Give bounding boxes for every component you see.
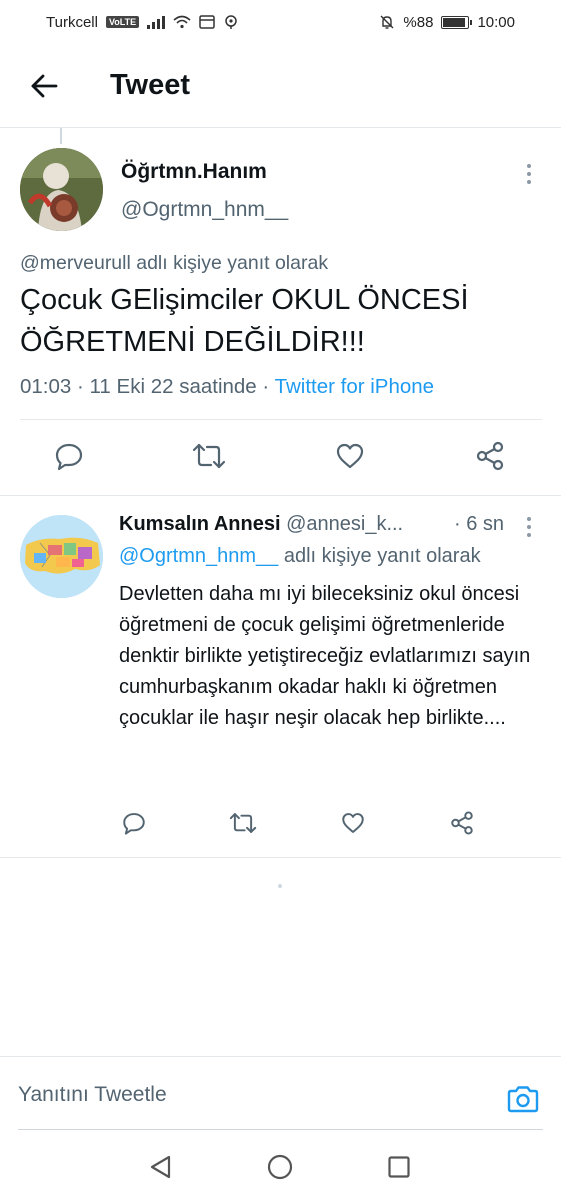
like-button[interactable] bbox=[338, 808, 368, 838]
heart-icon bbox=[336, 443, 364, 469]
heart-icon bbox=[342, 813, 364, 833]
camera-icon bbox=[507, 1086, 539, 1113]
arrow-left-icon bbox=[31, 74, 58, 97]
battery-percent: %88 bbox=[403, 13, 434, 31]
nav-back-button[interactable] bbox=[144, 1150, 178, 1184]
like-button[interactable] bbox=[332, 438, 368, 474]
system-nav-bar bbox=[0, 1130, 561, 1200]
retweet-button[interactable] bbox=[191, 438, 227, 474]
reply-button[interactable] bbox=[51, 438, 87, 474]
reply-context-suffix: adlı kişiye yanıt olarak bbox=[278, 545, 481, 567]
author-handle[interactable]: @Ogrtmn_hnm__ bbox=[121, 198, 288, 222]
signal-icon bbox=[147, 15, 166, 29]
status-right: %88 10:00 bbox=[379, 14, 515, 31]
more-options-icon[interactable] bbox=[517, 162, 541, 186]
reply-actions bbox=[0, 808, 561, 844]
tweet-meta: 01:03 · 11 Eki 22 saatinde · Twitter for… bbox=[20, 375, 434, 399]
author-name[interactable]: Öğrtmn.Hanım bbox=[121, 160, 267, 184]
reply-author-handle[interactable]: @annesi_k... bbox=[286, 513, 403, 535]
retweet-icon bbox=[192, 443, 226, 469]
mention-link[interactable]: @Ogrtmn_hnm__ bbox=[119, 545, 278, 567]
bell-off-icon bbox=[380, 15, 394, 29]
tweet-source-link[interactable]: Twitter for iPhone bbox=[275, 375, 435, 398]
square-recents-icon bbox=[388, 1156, 410, 1178]
retweet-icon bbox=[229, 813, 257, 833]
share-icon bbox=[451, 811, 473, 835]
avatar[interactable] bbox=[20, 148, 103, 231]
more-options-icon[interactable] bbox=[517, 515, 541, 539]
status-bar: Turkcell VoLTE %88 10:00 bbox=[0, 0, 561, 44]
status-left: Turkcell VoLTE bbox=[46, 14, 239, 31]
reply-icon bbox=[55, 443, 83, 471]
avatar[interactable] bbox=[20, 515, 103, 598]
tweet-date: 11 Eki 22 saatinde bbox=[89, 375, 257, 398]
tweet-text: Çocuk GElişimciler OKUL ÖNCESİ ÖĞRETMENİ… bbox=[20, 284, 469, 358]
compose-bar bbox=[0, 1056, 561, 1130]
reply-author-name[interactable]: Kumsalın Annesi bbox=[119, 513, 281, 535]
hotspot-icon bbox=[225, 15, 237, 29]
reply-button[interactable] bbox=[119, 808, 149, 838]
tweet-time: 01:03 bbox=[20, 375, 72, 398]
meta-separator: · bbox=[77, 375, 90, 398]
main-tweet: Öğrtmn.Hanım @Ogrtmn_hnm__ @merveurull a… bbox=[0, 128, 561, 496]
reply-input[interactable] bbox=[18, 1075, 488, 1115]
back-button[interactable] bbox=[22, 64, 66, 108]
camera-button[interactable] bbox=[505, 1081, 541, 1117]
meta-separator: · bbox=[262, 375, 275, 398]
circle-home-icon bbox=[267, 1154, 293, 1180]
thread-line bbox=[60, 128, 62, 144]
tweet-actions bbox=[0, 420, 561, 496]
loading-indicator bbox=[278, 884, 282, 888]
reply-text: Devletten daha mı iyi bileceksiniz okul … bbox=[119, 583, 531, 729]
nav-home-button[interactable] bbox=[263, 1150, 297, 1184]
reply-time: · 6 sn bbox=[454, 513, 505, 535]
share-button[interactable] bbox=[447, 808, 477, 838]
volte-badge: VoLTE bbox=[105, 16, 140, 28]
notification-icon bbox=[199, 15, 215, 29]
nav-recents-button[interactable] bbox=[382, 1150, 416, 1184]
triangle-back-icon bbox=[150, 1155, 171, 1179]
wifi-icon bbox=[173, 15, 191, 29]
share-button[interactable] bbox=[472, 438, 508, 474]
reply-icon bbox=[123, 813, 145, 835]
carrier-label: Turkcell bbox=[46, 13, 98, 31]
reply-context: @Ogrtmn_hnm__ adlı kişiye yanıt olarak bbox=[119, 545, 481, 568]
page-title: Tweet bbox=[110, 69, 191, 101]
app-header: Tweet bbox=[0, 44, 561, 128]
battery-icon bbox=[441, 15, 473, 29]
retweet-button[interactable] bbox=[228, 808, 258, 838]
reply-tweet[interactable]: Kumsalın Annesi @annesi_k... · 6 sn @Ogr… bbox=[0, 496, 561, 858]
reply-context[interactable]: @merveurull adlı kişiye yanıt olarak bbox=[20, 252, 328, 275]
share-icon bbox=[476, 441, 504, 471]
clock: 10:00 bbox=[477, 13, 515, 31]
